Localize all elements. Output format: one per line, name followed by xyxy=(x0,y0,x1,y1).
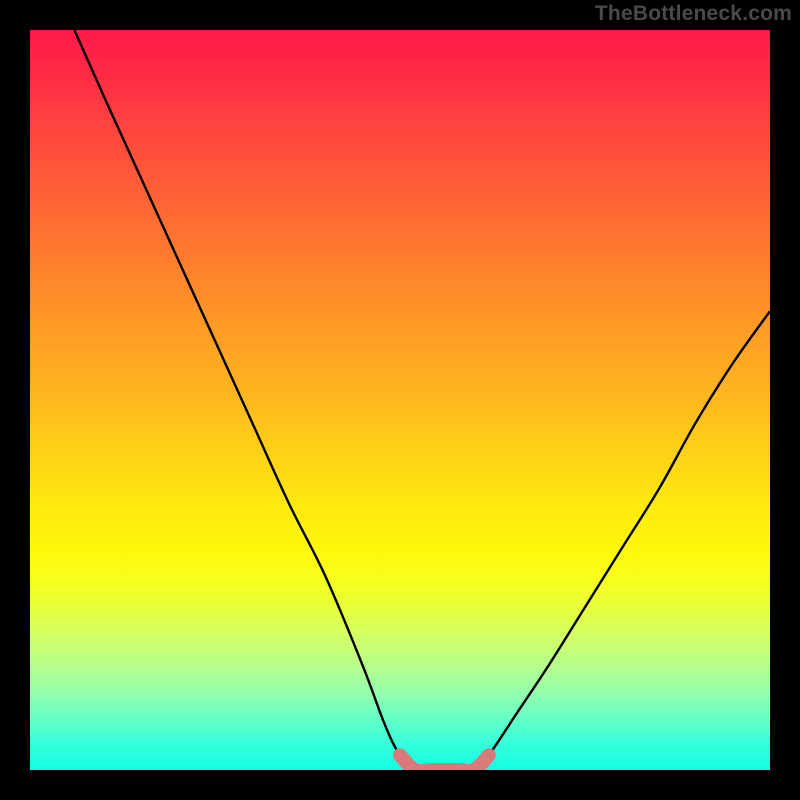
bottleneck-curve xyxy=(74,30,770,770)
highlight-segment xyxy=(400,755,489,770)
watermark-text: TheBottleneck.com xyxy=(595,2,792,26)
plot-area xyxy=(30,30,770,770)
chart-frame: TheBottleneck.com xyxy=(0,0,800,800)
curve-layer xyxy=(30,30,770,770)
